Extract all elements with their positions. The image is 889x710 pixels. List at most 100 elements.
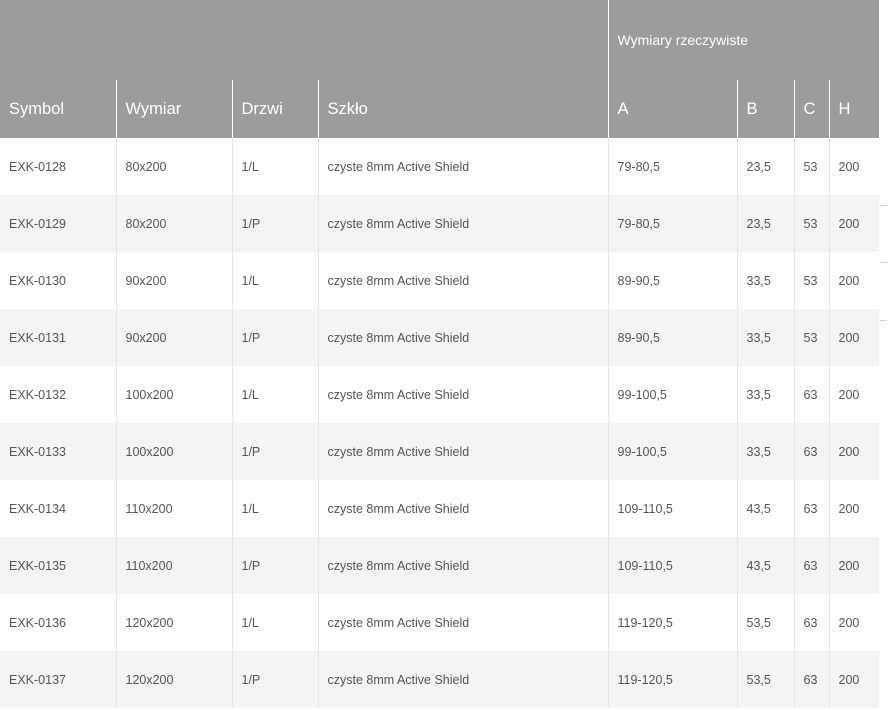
cell-b: 23,5 [736, 195, 794, 252]
table-header: Wymiary rzeczywiste Symbol Wymiar Drzwi … [0, 0, 880, 138]
table-body: EXK-0128 80x200 1/L czyste 8mm Active Sh… [0, 138, 880, 708]
cell-szklo: czyste 8mm Active Shield [317, 195, 608, 252]
cell-wymiar: 110x200 [115, 537, 232, 594]
column-header-szklo: Szkło [317, 80, 608, 138]
cell-drzwi: 1/L [231, 480, 318, 537]
cell-symbol: EXK-0131 [9, 330, 66, 345]
table-row: EXK-0133 100x200 1/P czyste 8mm Active S… [0, 423, 880, 480]
cell-wymiar: 120x200 [115, 651, 232, 708]
cell-c: 53 [793, 138, 829, 195]
cell-c: 63 [793, 594, 829, 651]
table-row: EXK-0135 110x200 1/P czyste 8mm Active S… [0, 537, 880, 594]
cell-symbol: EXK-0132 [9, 387, 66, 402]
cell-szklo: czyste 8mm Active Shield [317, 480, 608, 537]
table-row: EXK-0132 100x200 1/L czyste 8mm Active S… [0, 366, 880, 423]
cell-b: 33,5 [736, 423, 794, 480]
column-header-b: B [736, 80, 794, 138]
cell-b: 43,5 [736, 537, 794, 594]
cell-h: 200 [828, 309, 880, 366]
cell-symbol: EXK-0135 [9, 558, 66, 573]
cell-symbol: EXK-0136 [9, 615, 66, 630]
header-spacer [116, 0, 232, 80]
cell-b: 43,5 [736, 480, 794, 537]
cell-a: 79-80,5 [607, 138, 737, 195]
cell-drzwi: 1/P [231, 423, 318, 480]
cell-b: 33,5 [736, 309, 794, 366]
cell-c: 63 [793, 537, 829, 594]
cell-h: 200 [828, 594, 880, 651]
cell-symbol: EXK-0133 [9, 444, 66, 459]
cell-a: 99-100,5 [607, 423, 737, 480]
cell-szklo: czyste 8mm Active Shield [317, 252, 608, 309]
cell-h: 200 [828, 480, 880, 537]
cell-symbol: EXK-0128 [9, 159, 66, 174]
cell-wymiar: 100x200 [115, 423, 232, 480]
page-right-edge [879, 0, 889, 710]
cell-a: 109-110,5 [607, 480, 737, 537]
cell-c: 63 [793, 651, 829, 708]
cell-h: 200 [828, 252, 880, 309]
edge-tick [880, 262, 887, 263]
cell-wymiar: 110x200 [115, 480, 232, 537]
cell-wymiar: 80x200 [115, 195, 232, 252]
cell-h: 200 [828, 366, 880, 423]
header-column-row: Symbol Wymiar Drzwi Szkło A B C H [0, 80, 880, 138]
cell-b: 33,5 [736, 252, 794, 309]
cell-symbol: EXK-0137 [9, 672, 66, 687]
cell-a: 119-120,5 [607, 651, 737, 708]
cell-h: 200 [828, 138, 880, 195]
cell-szklo: czyste 8mm Active Shield [317, 537, 608, 594]
cell-c: 53 [793, 195, 829, 252]
cell-szklo: czyste 8mm Active Shield [317, 309, 608, 366]
cell-drzwi: 1/P [231, 195, 318, 252]
cell-drzwi: 1/P [231, 309, 318, 366]
product-spec-table: Wymiary rzeczywiste Symbol Wymiar Drzwi … [0, 0, 880, 708]
cell-a: 99-100,5 [607, 366, 737, 423]
cell-szklo: czyste 8mm Active Shield [317, 651, 608, 708]
cell-drzwi: 1/L [231, 252, 318, 309]
cell-a: 89-90,5 [607, 252, 737, 309]
table-row: EXK-0136 120x200 1/L czyste 8mm Active S… [0, 594, 880, 651]
table-row: EXK-0128 80x200 1/L czyste 8mm Active Sh… [0, 138, 880, 195]
cell-b: 23,5 [736, 138, 794, 195]
cell-drzwi: 1/L [231, 138, 318, 195]
cell-a: 109-110,5 [607, 537, 737, 594]
column-header-drzwi: Drzwi [231, 80, 318, 138]
cell-symbol: EXK-0130 [9, 273, 66, 288]
cell-drzwi: 1/P [231, 537, 318, 594]
cell-c: 63 [793, 423, 829, 480]
header-spacer [232, 0, 318, 80]
column-header-wymiar: Wymiar [115, 80, 232, 138]
cell-h: 200 [828, 195, 880, 252]
header-group-row: Wymiary rzeczywiste [0, 0, 880, 80]
cell-wymiar: 90x200 [115, 309, 232, 366]
cell-c: 53 [793, 252, 829, 309]
table-row: EXK-0134 110x200 1/L czyste 8mm Active S… [0, 480, 880, 537]
cell-h: 200 [828, 423, 880, 480]
cell-wymiar: 80x200 [115, 138, 232, 195]
cell-symbol: EXK-0129 [9, 216, 66, 231]
cell-b: 53,5 [736, 594, 794, 651]
cell-wymiar: 120x200 [115, 594, 232, 651]
cell-b: 53,5 [736, 651, 794, 708]
cell-wymiar: 100x200 [115, 366, 232, 423]
cell-szklo: czyste 8mm Active Shield [317, 366, 608, 423]
cell-c: 63 [793, 480, 829, 537]
cell-a: 119-120,5 [607, 594, 737, 651]
cell-drzwi: 1/L [231, 594, 318, 651]
column-header-c: C [793, 80, 829, 138]
header-spacer [0, 0, 116, 80]
cell-szklo: czyste 8mm Active Shield [317, 423, 608, 480]
table-row: EXK-0137 120x200 1/P czyste 8mm Active S… [0, 651, 880, 708]
header-group-dimensions: Wymiary rzeczywiste [607, 0, 880, 80]
cell-a: 89-90,5 [607, 309, 737, 366]
cell-szklo: czyste 8mm Active Shield [317, 138, 608, 195]
column-header-symbol: Symbol [0, 80, 116, 138]
cell-b: 33,5 [736, 366, 794, 423]
header-spacer [318, 0, 608, 80]
edge-tick [880, 320, 887, 321]
column-header-h: H [828, 80, 880, 138]
cell-c: 63 [793, 366, 829, 423]
edge-tick [880, 205, 887, 206]
cell-drzwi: 1/P [231, 651, 318, 708]
